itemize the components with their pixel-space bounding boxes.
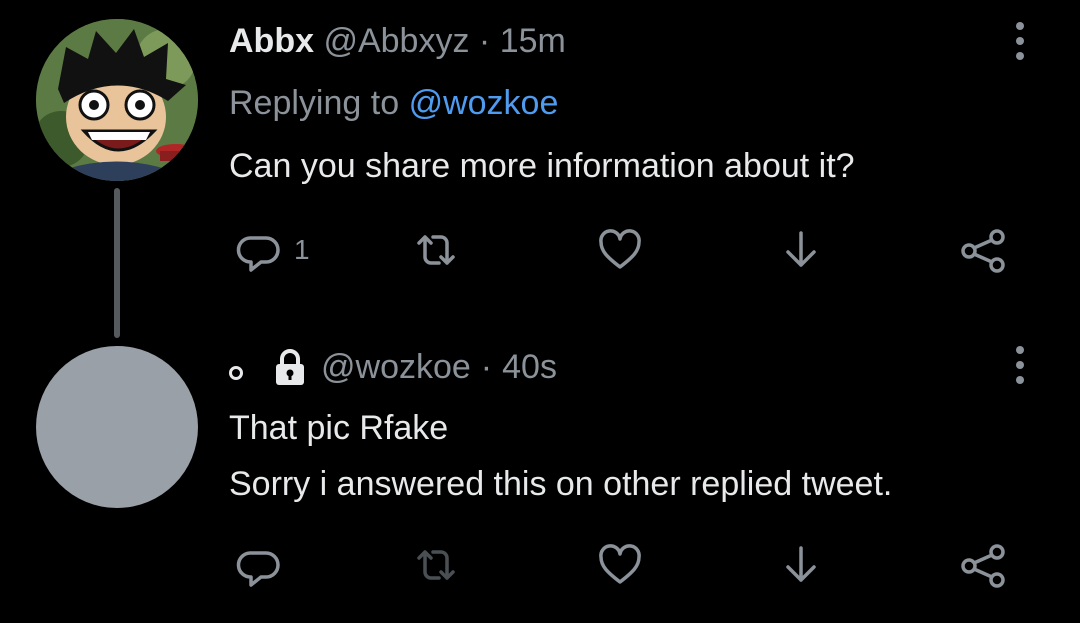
replying-handle-link[interactable]: @wozkoe xyxy=(409,84,559,122)
lock-icon xyxy=(276,349,304,385)
separator: · xyxy=(478,22,491,60)
reply-count: 1 xyxy=(294,234,310,265)
user-handle[interactable]: @wozkoe xyxy=(321,344,471,390)
reply-button[interactable] xyxy=(236,542,282,588)
more-icon[interactable] xyxy=(1008,342,1032,388)
like-button[interactable] xyxy=(597,542,643,588)
tweet-text: That pic Rfake Sorry i answered this on … xyxy=(229,400,892,512)
like-icon xyxy=(599,544,641,584)
avatar-abbx[interactable] xyxy=(36,19,198,181)
share-button[interactable] xyxy=(960,227,1006,273)
like-icon xyxy=(599,229,641,269)
download-icon xyxy=(786,546,816,582)
like-button[interactable] xyxy=(597,227,643,273)
share-icon xyxy=(961,544,1005,588)
tweet1-actions: 1 xyxy=(0,227,1080,273)
download-button[interactable] xyxy=(778,227,824,273)
download-button[interactable] xyxy=(778,542,824,588)
tweet2-header: @wozkoe · 40s xyxy=(229,344,557,390)
replying-label: Replying to xyxy=(229,84,400,122)
reply-icon xyxy=(236,236,280,272)
share-icon xyxy=(961,229,1005,273)
tweet2-actions xyxy=(0,542,1080,588)
avatar-wozkoe[interactable] xyxy=(36,346,198,508)
replying-to: Replying to @wozkoe xyxy=(229,80,558,126)
tweet1-header: Abbx @Abbxyz · 15m xyxy=(229,18,566,64)
more-icon[interactable] xyxy=(1008,18,1032,64)
separator: · xyxy=(480,348,493,386)
retweet-button[interactable] xyxy=(413,542,459,588)
retweet-icon xyxy=(417,235,455,265)
status-dot-icon xyxy=(229,366,243,380)
timestamp[interactable]: 15m xyxy=(500,22,566,60)
share-button[interactable] xyxy=(960,542,1006,588)
download-icon xyxy=(786,231,816,267)
tweet-text-line: Sorry i answered this on other replied t… xyxy=(229,465,893,503)
display-name[interactable]: Abbx xyxy=(229,22,314,60)
tweet-text-line: That pic Rfake xyxy=(229,409,449,447)
retweet-icon xyxy=(417,550,455,580)
retweet-button[interactable] xyxy=(413,227,459,273)
timestamp[interactable]: 40s xyxy=(502,344,557,390)
tweet-text: Can you share more information about it? xyxy=(229,147,855,185)
reply-button[interactable]: 1 xyxy=(236,227,310,273)
user-handle[interactable]: @Abbxyz xyxy=(323,22,469,60)
reply-icon xyxy=(236,551,280,587)
